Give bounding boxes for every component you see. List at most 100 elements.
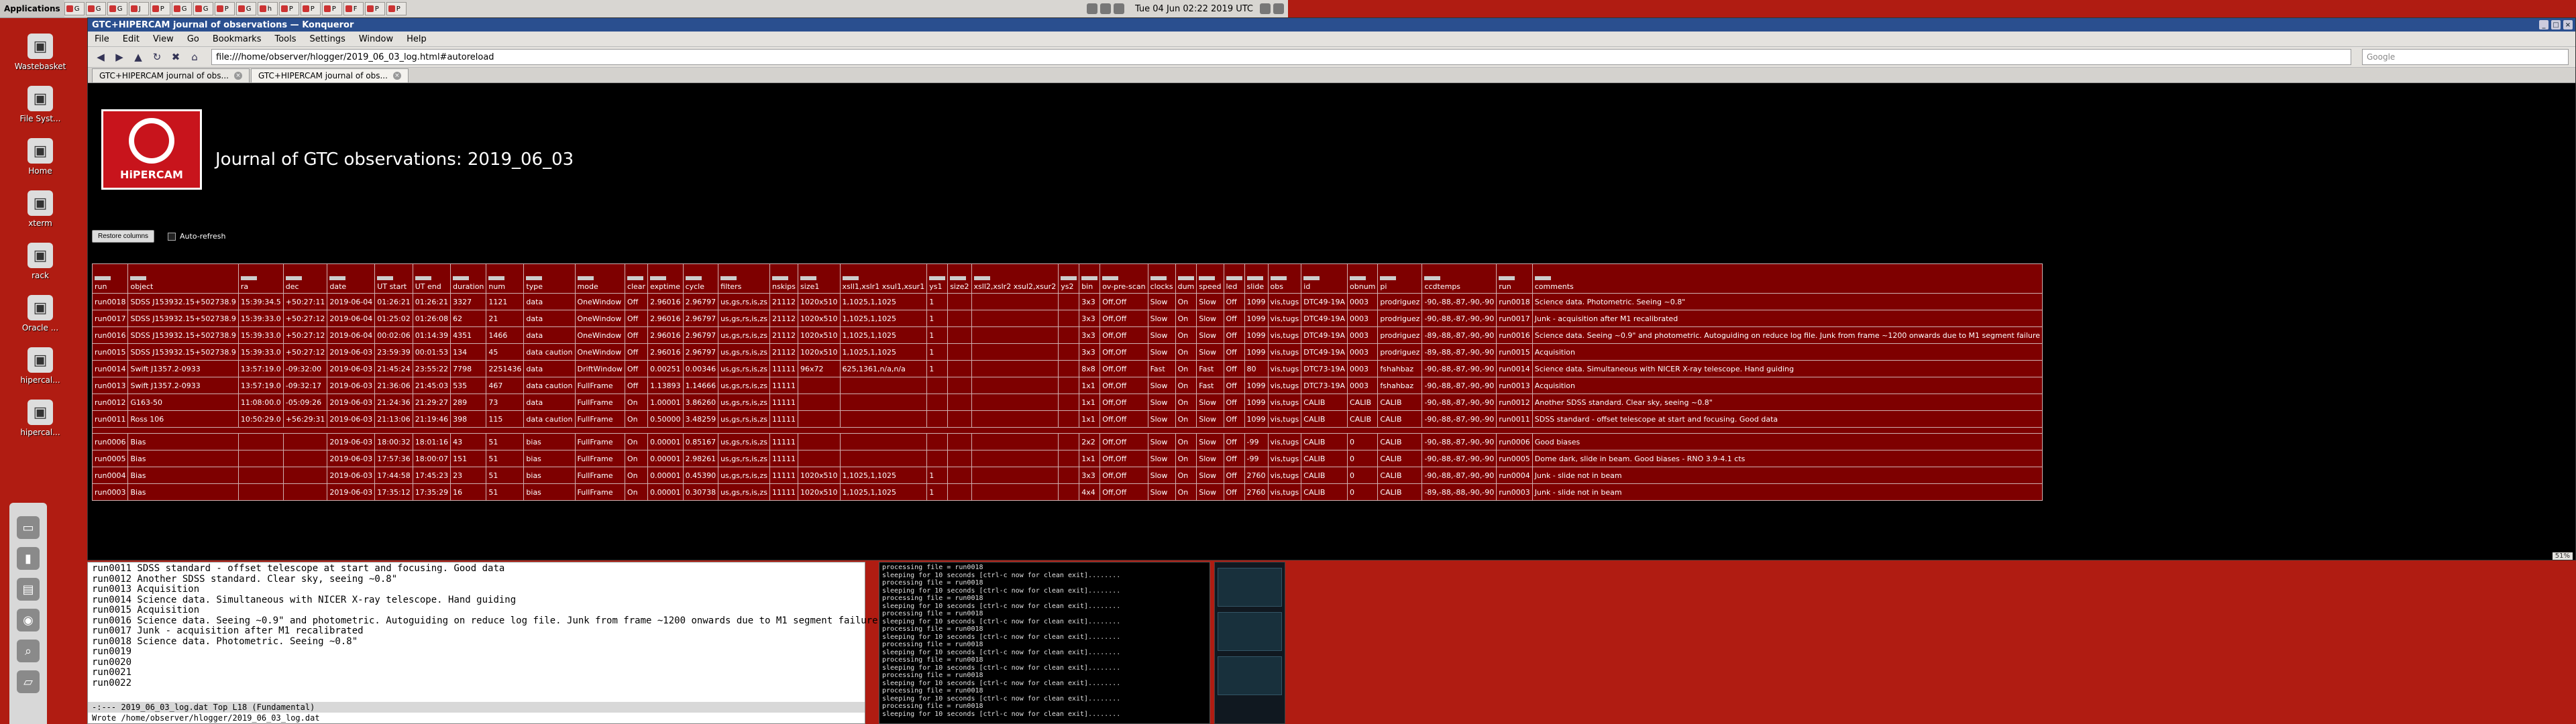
column-header[interactable]: ys2 [1058, 263, 1080, 294]
column-toggle-icon[interactable] [1270, 276, 1287, 280]
column-header[interactable]: dum [1175, 263, 1197, 294]
menu-item[interactable]: Go [187, 34, 199, 44]
forward-icon[interactable]: ▶ [112, 50, 127, 64]
auto-refresh-checkbox[interactable] [168, 232, 176, 241]
column-toggle-icon[interactable] [1534, 276, 1551, 280]
column-header[interactable]: xsll1,xslr1 xsul1,xsur1 [839, 263, 928, 294]
column-toggle-icon[interactable] [1380, 276, 1397, 280]
column-header[interactable]: filters [718, 263, 771, 294]
maximize-icon[interactable]: □ [2551, 20, 2561, 29]
taskbar-item[interactable]: P [150, 2, 170, 15]
column-toggle-icon[interactable] [240, 276, 257, 280]
column-header[interactable]: UT end [412, 263, 451, 294]
menu-item[interactable]: Settings [310, 34, 345, 44]
column-header[interactable]: UT start [374, 263, 413, 294]
network-icon[interactable] [1086, 3, 1097, 14]
column-header[interactable]: clocks [1147, 263, 1176, 294]
column-toggle-icon[interactable] [95, 276, 111, 280]
column-toggle-icon[interactable] [1303, 276, 1320, 280]
taskbar-item[interactable]: F [343, 2, 364, 15]
column-header[interactable]: duration [450, 263, 487, 294]
search-input[interactable]: Google [2362, 49, 2569, 65]
column-header[interactable]: object [127, 263, 239, 294]
column-toggle-icon[interactable] [842, 276, 859, 280]
column-header[interactable]: ys1 [926, 263, 949, 294]
close-tab-icon[interactable]: × [233, 72, 242, 80]
taskbar-item[interactable]: G [171, 2, 192, 15]
column-header[interactable]: type [523, 263, 576, 294]
taskbar-item[interactable]: P [321, 2, 342, 15]
emacs-window[interactable]: run0011 SDSS standard - offset telescope… [87, 562, 878, 724]
column-header[interactable]: cycle [682, 263, 719, 294]
column-toggle-icon[interactable] [453, 276, 470, 280]
clock[interactable]: Tue 04 Jun 02:22 2019 UTC [1128, 4, 1260, 14]
column-toggle-icon[interactable] [1424, 276, 1441, 280]
column-header[interactable]: run [1496, 263, 1533, 294]
column-toggle-icon[interactable] [1081, 276, 1098, 280]
column-header[interactable]: slide [1244, 263, 1269, 294]
column-header[interactable]: comments [1532, 263, 2043, 294]
reload-icon[interactable]: ↻ [150, 50, 164, 64]
column-toggle-icon[interactable] [772, 276, 789, 280]
minimize-icon[interactable]: _ [2539, 20, 2548, 29]
tab-journal-2[interactable]: GTC+HIPERCAM journal of obs... × [250, 68, 409, 82]
menu-item[interactable]: Tools [274, 34, 296, 44]
column-header[interactable]: date [327, 263, 376, 294]
column-toggle-icon[interactable] [1102, 276, 1119, 280]
column-toggle-icon[interactable] [1177, 276, 1194, 280]
search-icon[interactable]: ⌕ [17, 640, 40, 662]
desktop-icon[interactable]: ▣ Home [13, 138, 67, 190]
column-toggle-icon[interactable] [1150, 276, 1167, 280]
power-icon[interactable] [1273, 3, 1284, 14]
column-toggle-icon[interactable] [685, 276, 702, 280]
emacs-buffer[interactable]: run0011 SDSS standard - offset telescope… [88, 562, 878, 690]
taskbar-item[interactable]: J [128, 2, 149, 15]
taskbar-item[interactable]: G [64, 2, 85, 15]
tab-journal-1[interactable]: GTC+HIPERCAM journal of obs... × [92, 68, 250, 82]
column-header[interactable]: dec [282, 263, 328, 294]
column-toggle-icon[interactable] [1246, 276, 1263, 280]
column-toggle-icon[interactable] [650, 276, 667, 280]
column-toggle-icon[interactable] [377, 276, 394, 280]
auto-refresh-toggle[interactable]: Auto-refresh [168, 232, 225, 241]
menu-item[interactable]: Help [407, 34, 427, 44]
column-header[interactable]: pi [1377, 263, 1423, 294]
taskbar-item[interactable]: P [300, 2, 321, 15]
desktop-icon[interactable]: ▣ File Syst... [13, 86, 67, 138]
terminal-icon[interactable]: ▮ [17, 547, 40, 570]
column-toggle-icon[interactable] [973, 276, 990, 280]
column-header[interactable]: obs [1267, 263, 1302, 294]
taskbar-item[interactable]: P [386, 2, 407, 15]
restore-columns-button[interactable]: Restore columns [92, 230, 155, 243]
column-toggle-icon[interactable] [577, 276, 594, 280]
column-header[interactable]: bin [1079, 263, 1101, 294]
column-header[interactable]: clear [624, 263, 649, 294]
column-header[interactable]: ra [237, 263, 284, 294]
column-header[interactable]: mode [574, 263, 625, 294]
column-header[interactable]: size1 [798, 263, 841, 294]
column-header[interactable]: led [1223, 263, 1245, 294]
column-toggle-icon[interactable] [1350, 276, 1366, 280]
column-header[interactable]: obnum [1347, 263, 1379, 294]
taskbar-item[interactable]: h [257, 2, 278, 15]
desktop-icon[interactable]: ▣ hipercal... [13, 400, 67, 452]
column-header[interactable]: nskips [769, 263, 799, 294]
volume-icon[interactable] [1099, 3, 1111, 14]
taskbar-item[interactable]: G [85, 2, 106, 15]
menu-item[interactable]: View [153, 34, 174, 44]
column-toggle-icon[interactable] [1499, 276, 1515, 280]
home-icon[interactable]: ⌂ [187, 50, 202, 64]
drive-icon[interactable]: ▭ [17, 516, 40, 539]
window-titlebar[interactable]: GTC+HIPERCAM journal of observations — K… [88, 18, 2575, 32]
column-toggle-icon[interactable] [488, 276, 505, 280]
files-icon[interactable]: ▤ [17, 578, 40, 601]
battery-icon[interactable] [1113, 3, 1124, 14]
browser-icon[interactable]: ◉ [17, 609, 40, 631]
stop-icon[interactable]: ✖ [168, 50, 183, 64]
terminal-window[interactable]: processing file = run0018 sleeping for 10… [879, 562, 1210, 724]
column-toggle-icon[interactable] [1199, 276, 1216, 280]
column-toggle-icon[interactable] [627, 276, 643, 280]
column-header[interactable]: size2 [947, 263, 972, 294]
column-toggle-icon[interactable] [415, 276, 431, 280]
folder-icon[interactable]: ▱ [17, 670, 40, 693]
